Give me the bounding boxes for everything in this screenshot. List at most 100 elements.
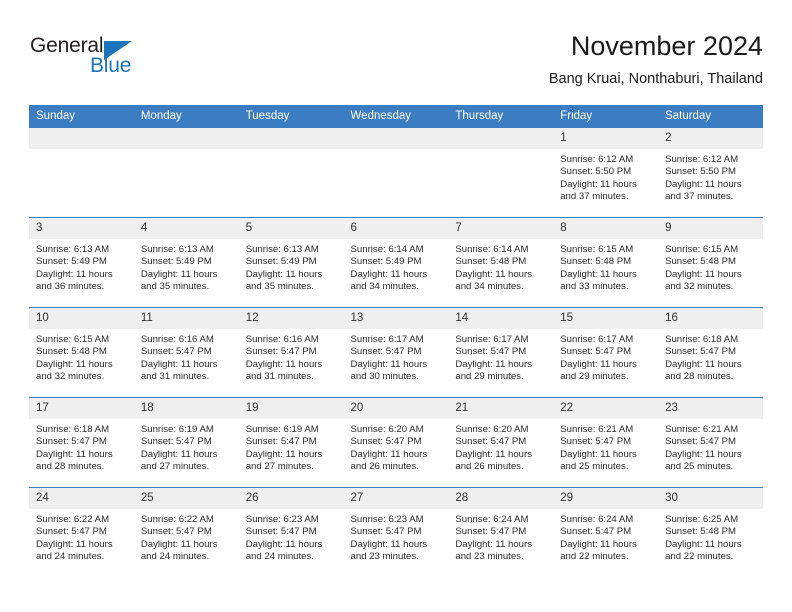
day-number: 26 [238, 488, 344, 509]
calendar-day-cell[interactable]: 14 Sunrise: 6:17 AM Sunset: 5:47 PM Dayligh… [448, 307, 554, 398]
calendar-day-cell[interactable]: 15 Sunrise: 6:17 AM Sunset: 5:47 PM Dayligh… [553, 307, 659, 398]
sunset-text: Sunset: 5:47 PM [245, 436, 317, 448]
weekday-header-saturday: Saturday [658, 105, 763, 128]
calendar-day-cell[interactable]: 11 Sunrise: 6:16 AM Sunset: 5:47 PM Dayligh… [133, 307, 239, 398]
day-sun-info: Sunrise: 6:16 AM Sunset: 5:47 PM Daylight:… [239, 329, 344, 384]
calendar-day-cell[interactable]: 25 Sunrise: 6:22 AM Sunset: 5:47 PM Dayligh… [133, 487, 239, 577]
day-number [448, 128, 554, 149]
calendar-day-cell[interactable]: 9 Sunrise: 6:15 AM Sunset: 5:48 PM Daylight… [658, 217, 763, 308]
calendar-day-cell[interactable]: 7 Sunrise: 6:14 AM Sunset: 5:48 PM Daylight… [448, 217, 554, 308]
calendar-cell-empty [448, 128, 554, 218]
day-sun-info: Sunrise: 6:19 AM Sunset: 5:47 PM Daylight:… [239, 419, 344, 474]
calendar-week-row: 17 Sunrise: 6:18 AM Sunset: 5:47 PM Dayligh… [29, 397, 763, 488]
daylight-text: Daylight: 11 hours and 22 minutes. [665, 538, 742, 563]
calendar-week-row: 3 Sunrise: 6:13 AM Sunset: 5:49 PM Daylight… [29, 217, 763, 308]
weekday-header-friday: Friday [553, 105, 659, 128]
daylight-text: Daylight: 11 hours and 24 minutes. [245, 538, 323, 563]
daylight-text: Daylight: 11 hours and 24 minutes. [36, 538, 113, 563]
calendar-day-cell[interactable]: 13 Sunrise: 6:17 AM Sunset: 5:47 PM Dayligh… [343, 307, 449, 398]
sunrise-text: Sunrise: 6:19 AM [245, 424, 319, 435]
calendar-day-cell[interactable]: 4 Sunrise: 6:13 AM Sunset: 5:49 PM Daylight… [133, 217, 239, 308]
day-number: 1 [553, 128, 659, 149]
sunset-text: Sunset: 5:47 PM [665, 346, 736, 358]
calendar-cell-empty [133, 128, 239, 218]
day-sun-info: Sunrise: 6:25 AM Sunset: 5:48 PM Daylight:… [658, 509, 763, 564]
daylight-text: Daylight: 11 hours and 35 minutes. [140, 268, 218, 293]
day-sun-info: Sunrise: 6:17 AM Sunset: 5:47 PM Daylight:… [448, 329, 553, 384]
sunrise-text: Sunrise: 6:13 AM [140, 244, 214, 255]
sunset-text: Sunset: 5:48 PM [665, 526, 736, 538]
daylight-text: Daylight: 11 hours and 23 minutes. [350, 538, 428, 563]
day-sun-info: Sunrise: 6:20 AM Sunset: 5:47 PM Daylight:… [344, 419, 449, 474]
day-sun-info: Sunrise: 6:24 AM Sunset: 5:47 PM Daylight:… [553, 509, 658, 564]
weekday-header-monday: Monday [133, 105, 239, 128]
day-sun-info: Sunrise: 6:14 AM Sunset: 5:49 PM Daylight:… [344, 239, 449, 294]
sunset-text: Sunset: 5:47 PM [36, 526, 107, 538]
day-sun-info: Sunrise: 6:22 AM Sunset: 5:47 PM Daylight:… [134, 509, 239, 564]
day-number: 21 [448, 398, 554, 419]
calendar-day-cell[interactable]: 10 Sunrise: 6:15 AM Sunset: 5:48 PM Dayligh… [29, 307, 134, 398]
day-number: 9 [658, 218, 763, 239]
calendar-day-cell[interactable]: 27 Sunrise: 6:23 AM Sunset: 5:47 PM Dayligh… [343, 487, 449, 577]
day-number: 7 [448, 218, 554, 239]
calendar-day-cell[interactable]: 2 Sunrise: 6:12 AM Sunset: 5:50 PM Daylight… [658, 128, 763, 218]
sunset-text: Sunset: 5:50 PM [665, 166, 736, 178]
calendar-day-cell[interactable]: 28 Sunrise: 6:24 AM Sunset: 5:47 PM Dayligh… [448, 487, 554, 577]
calendar-day-cell[interactable]: 30 Sunrise: 6:25 AM Sunset: 5:48 PM Dayligh… [658, 487, 763, 577]
day-number: 20 [343, 398, 449, 419]
daylight-text: Daylight: 11 hours and 32 minutes. [665, 268, 742, 293]
calendar-day-cell[interactable]: 22 Sunrise: 6:21 AM Sunset: 5:47 PM Dayligh… [553, 397, 659, 488]
daylight-text: Daylight: 11 hours and 23 minutes. [455, 538, 532, 563]
sunset-text: Sunset: 5:47 PM [140, 436, 212, 448]
title-block: November 2024 Bang Kruai, Nonthaburi, Th… [549, 30, 763, 88]
calendar-day-cell[interactable]: 24 Sunrise: 6:22 AM Sunset: 5:47 PM Dayligh… [29, 487, 134, 577]
sunset-text: Sunset: 5:47 PM [140, 526, 212, 538]
calendar-day-cell[interactable]: 6 Sunrise: 6:14 AM Sunset: 5:49 PM Daylight… [343, 217, 449, 308]
calendar-day-cell[interactable]: 20 Sunrise: 6:20 AM Sunset: 5:47 PM Dayligh… [343, 397, 449, 488]
calendar-day-cell[interactable]: 5 Sunrise: 6:13 AM Sunset: 5:49 PM Daylight… [238, 217, 344, 308]
calendar-day-cell[interactable]: 1 Sunrise: 6:12 AM Sunset: 5:50 PM Daylight… [553, 128, 659, 218]
logo-word-blue: Blue [90, 54, 132, 77]
calendar-day-cell[interactable]: 17 Sunrise: 6:18 AM Sunset: 5:47 PM Dayligh… [29, 397, 134, 488]
calendar-day-cell[interactable]: 3 Sunrise: 6:13 AM Sunset: 5:49 PM Daylight… [29, 217, 134, 308]
calendar-day-cell[interactable]: 29 Sunrise: 6:24 AM Sunset: 5:47 PM Dayligh… [553, 487, 659, 577]
sunset-text: Sunset: 5:47 PM [560, 436, 632, 448]
daylight-text: Daylight: 11 hours and 25 minutes. [560, 448, 637, 473]
sunset-text: Sunset: 5:48 PM [665, 256, 736, 268]
sunrise-text: Sunrise: 6:17 AM [350, 334, 424, 345]
daylight-text: Daylight: 11 hours and 35 minutes. [245, 268, 323, 293]
general-blue-logo[interactable]: General Blue [29, 34, 199, 86]
sunset-text: Sunset: 5:50 PM [560, 166, 632, 178]
day-number [343, 128, 449, 149]
sunset-text: Sunset: 5:47 PM [560, 346, 632, 358]
sunrise-text: Sunrise: 6:22 AM [140, 514, 214, 525]
sunrise-text: Sunrise: 6:16 AM [140, 334, 214, 345]
calendar-day-cell[interactable]: 16 Sunrise: 6:18 AM Sunset: 5:47 PM Dayligh… [658, 307, 763, 398]
daylight-text: Daylight: 11 hours and 26 minutes. [350, 448, 428, 473]
sunset-text: Sunset: 5:48 PM [455, 256, 527, 268]
sunrise-text: Sunrise: 6:20 AM [350, 424, 424, 435]
calendar-day-cell[interactable]: 8 Sunrise: 6:15 AM Sunset: 5:48 PM Daylight… [553, 217, 659, 308]
daylight-text: Daylight: 11 hours and 31 minutes. [140, 358, 218, 383]
weekday-header-tuesday: Tuesday [238, 105, 344, 128]
daylight-text: Daylight: 11 hours and 34 minutes. [455, 268, 532, 293]
calendar-day-cell[interactable]: 19 Sunrise: 6:19 AM Sunset: 5:47 PM Dayligh… [238, 397, 344, 488]
sunset-text: Sunset: 5:47 PM [455, 436, 527, 448]
day-sun-info: Sunrise: 6:21 AM Sunset: 5:47 PM Daylight:… [658, 419, 763, 474]
daylight-text: Daylight: 11 hours and 29 minutes. [455, 358, 532, 383]
day-sun-info: Sunrise: 6:13 AM Sunset: 5:49 PM Daylight:… [134, 239, 239, 294]
calendar-day-cell[interactable]: 21 Sunrise: 6:20 AM Sunset: 5:47 PM Dayligh… [448, 397, 554, 488]
sunrise-text: Sunrise: 6:15 AM [665, 244, 739, 255]
day-sun-info: Sunrise: 6:16 AM Sunset: 5:47 PM Daylight:… [134, 329, 239, 384]
day-number: 17 [29, 398, 134, 419]
calendar-day-cell[interactable]: 26 Sunrise: 6:23 AM Sunset: 5:47 PM Dayligh… [238, 487, 344, 577]
calendar-day-cell[interactable]: 18 Sunrise: 6:19 AM Sunset: 5:47 PM Dayligh… [133, 397, 239, 488]
day-sun-info: Sunrise: 6:12 AM Sunset: 5:50 PM Daylight:… [658, 149, 763, 204]
sunrise-text: Sunrise: 6:25 AM [665, 514, 739, 525]
day-number: 10 [29, 308, 134, 329]
sunrise-text: Sunrise: 6:15 AM [560, 244, 634, 255]
calendar-day-cell[interactable]: 23 Sunrise: 6:21 AM Sunset: 5:47 PM Dayligh… [658, 397, 763, 488]
weekday-header: Sunday Monday Tuesday Wednesday Thursday Frid… [29, 105, 763, 128]
daylight-text: Daylight: 11 hours and 33 minutes. [560, 268, 637, 293]
calendar-day-cell[interactable]: 12 Sunrise: 6:16 AM Sunset: 5:47 PM Dayligh… [238, 307, 344, 398]
